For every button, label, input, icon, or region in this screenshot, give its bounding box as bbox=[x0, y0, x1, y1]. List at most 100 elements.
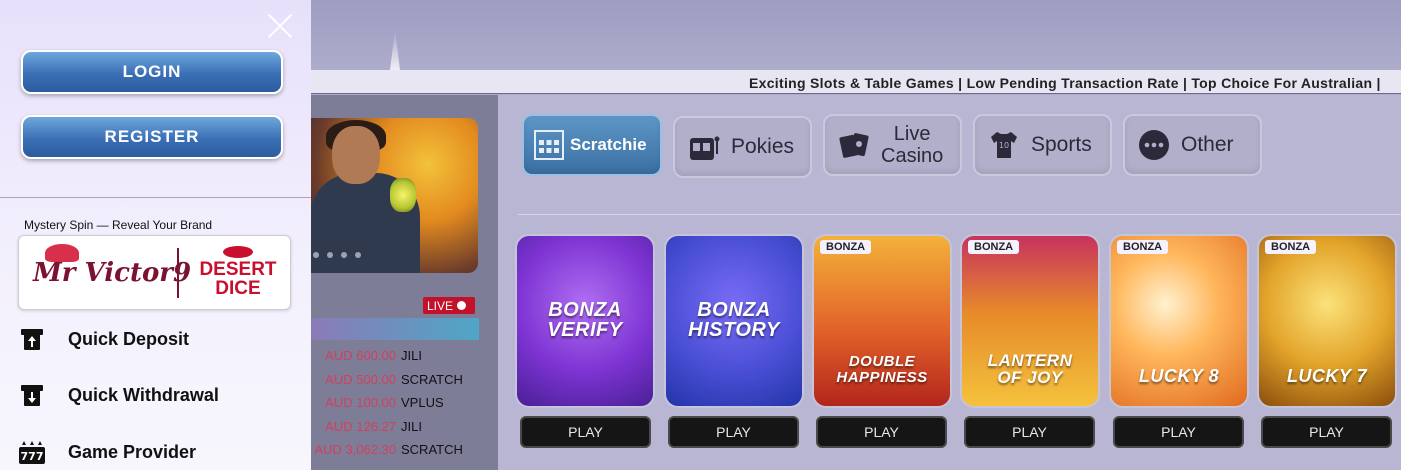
tab-pokies[interactable]: Pokies bbox=[673, 116, 812, 178]
mystery-spin-label: Mystery Spin — Reveal Your Brand bbox=[24, 218, 213, 232]
brand-b-line2: DICE bbox=[215, 278, 261, 299]
game-title-line1: BONZA bbox=[548, 299, 622, 321]
tab-label-line1: Live bbox=[893, 123, 931, 145]
deposit-icon bbox=[18, 325, 46, 353]
menu-quick-deposit[interactable]: Quick Deposit bbox=[18, 325, 189, 353]
game-title-line2: HISTORY bbox=[688, 319, 780, 341]
tab-label: Other bbox=[1181, 133, 1234, 156]
tab-scratchie[interactable]: Scratchie bbox=[522, 114, 662, 176]
play-button[interactable]: PLAY bbox=[520, 416, 651, 448]
game-title-line1: LUCKY 7 bbox=[1286, 366, 1368, 386]
more-dots-icon bbox=[1137, 128, 1171, 162]
menu-label: Quick Withdrawal bbox=[68, 384, 219, 405]
playing-cards-icon bbox=[837, 128, 871, 162]
provider-tag: BONZA bbox=[1265, 240, 1317, 254]
play-button[interactable]: PLAY bbox=[668, 416, 799, 448]
hat-icon bbox=[45, 244, 79, 262]
banner-character-head bbox=[332, 126, 380, 184]
banner-dot[interactable] bbox=[355, 252, 361, 258]
promo-banner[interactable] bbox=[310, 118, 478, 273]
game-tile-lucky-7[interactable]: BONZA LUCKY 7 bbox=[1259, 236, 1395, 406]
tabs-divider bbox=[518, 214, 1401, 215]
menu-game-provider[interactable]: 777 Game Provider bbox=[18, 438, 196, 466]
game-title-line2: OF JOY bbox=[997, 368, 1063, 387]
tab-label: Pokies bbox=[731, 135, 795, 158]
play-button[interactable]: PLAY bbox=[964, 416, 1095, 448]
winner-amount: AUD 3,062.30 bbox=[314, 442, 396, 458]
brand-separator bbox=[177, 248, 179, 298]
provider-tag: BONZA bbox=[1117, 240, 1169, 254]
game-title: LANTERN OF JOY bbox=[962, 352, 1098, 386]
game-tile-lucky-8[interactable]: BONZA LUCKY 8 bbox=[1111, 236, 1247, 406]
game-title-line2: VERIFY bbox=[547, 319, 623, 341]
tab-label: Sports bbox=[1031, 133, 1092, 156]
play-button[interactable]: PLAY bbox=[1261, 416, 1392, 448]
register-button[interactable]: REGISTER bbox=[21, 115, 283, 159]
svg-text:10: 10 bbox=[999, 141, 1009, 150]
game-tile-lantern-of-joy[interactable]: BONZA LANTERN OF JOY bbox=[962, 236, 1098, 406]
game-title: BONZA HISTORY bbox=[666, 300, 802, 340]
play-button[interactable]: PLAY bbox=[816, 416, 947, 448]
announcement-marquee: Exciting Slots & Table Games | Low Pendi… bbox=[310, 70, 1401, 94]
slot-machine-icon bbox=[687, 130, 721, 164]
banner-dot[interactable] bbox=[327, 252, 333, 258]
winner-row: AUD 3,062.30 SCRATCH bbox=[310, 438, 498, 462]
live-badge: LIVE bbox=[423, 297, 475, 314]
live-label: LIVE bbox=[427, 298, 454, 313]
dice-chip-icon bbox=[223, 246, 253, 258]
game-tile-bonza-history[interactable]: BONZA HISTORY bbox=[666, 236, 802, 406]
scratch-card-icon bbox=[532, 128, 566, 162]
jersey-icon: 10 bbox=[987, 128, 1021, 162]
menu-quick-withdrawal[interactable]: Quick Withdrawal bbox=[18, 381, 219, 409]
menu-label: Game Provider bbox=[68, 441, 197, 462]
game-title: LUCKY 7 bbox=[1259, 366, 1395, 387]
game-title-line1: DOUBLE bbox=[848, 353, 916, 370]
tab-sports[interactable]: 10 Sports bbox=[973, 114, 1112, 176]
winner-provider: VPLUS bbox=[401, 395, 444, 411]
tab-other[interactable]: Other bbox=[1123, 114, 1262, 176]
winner-row: AUD 100.00 VPLUS bbox=[310, 391, 498, 415]
brand-logo-mr-victor9: Mr Victor9 bbox=[33, 244, 192, 288]
winner-amount: AUD 600.00 bbox=[325, 348, 396, 364]
winner-provider: SCRATCH bbox=[401, 442, 463, 458]
tab-label: Live Casino bbox=[881, 123, 943, 167]
live-dot-icon bbox=[457, 301, 467, 310]
winner-amount: AUD 100.00 bbox=[325, 395, 396, 411]
tab-live-casino[interactable]: Live Casino bbox=[823, 114, 962, 176]
brand-b-line1: DESERT bbox=[199, 259, 277, 280]
winner-provider: JILI bbox=[401, 348, 422, 364]
winner-provider: JILI bbox=[401, 418, 422, 434]
game-title-line2: HAPPINESS bbox=[836, 369, 928, 386]
game-tile-bonza-verify[interactable]: BONZA VERIFY bbox=[517, 236, 653, 406]
live-winners-header bbox=[310, 318, 479, 340]
winner-amount: AUD 500.00 bbox=[325, 371, 396, 387]
provider-tag: BONZA bbox=[968, 240, 1020, 254]
slot-777-icon: 777 bbox=[18, 438, 46, 466]
winner-row: AUD 600.00 JILI bbox=[310, 344, 498, 368]
side-drawer: LOGIN REGISTER Mystery Spin — Reveal You… bbox=[0, 0, 311, 470]
provider-tag: BONZA bbox=[820, 240, 872, 254]
svg-text:777: 777 bbox=[21, 450, 44, 463]
game-tile-double-happiness[interactable]: BONZA DOUBLE HAPPINESS bbox=[814, 236, 950, 406]
winner-row: AUD 126.27 JILI bbox=[310, 415, 498, 439]
close-icon[interactable] bbox=[266, 12, 294, 40]
winner-row: AUD 500.00 SCRATCH bbox=[310, 368, 498, 392]
login-button[interactable]: LOGIN bbox=[21, 50, 283, 94]
game-title: DOUBLE HAPPINESS bbox=[814, 354, 950, 386]
drawer-divider bbox=[0, 197, 311, 198]
brand-a-text: Mr Victor9 bbox=[33, 258, 192, 288]
banner-pagination[interactable] bbox=[313, 252, 361, 258]
brand-card[interactable]: Mr Victor9 DESERT DICE bbox=[18, 235, 291, 310]
play-button[interactable]: PLAY bbox=[1113, 416, 1244, 448]
tab-label-line2: Casino bbox=[881, 145, 944, 167]
tab-label: Scratchie bbox=[570, 135, 647, 154]
game-title-line1: BONZA bbox=[697, 299, 771, 321]
menu-label: Quick Deposit bbox=[68, 328, 190, 349]
brand-logo-desert-dice: DESERT DICE bbox=[195, 246, 281, 298]
winner-amount: AUD 126.27 bbox=[325, 418, 396, 434]
winner-provider: SCRATCH bbox=[401, 371, 463, 387]
banner-dot[interactable] bbox=[341, 252, 347, 258]
banner-dot[interactable] bbox=[313, 252, 319, 258]
live-winners-list: AUD 600.00 JILI AUD 500.00 SCRATCH AUD 1… bbox=[310, 344, 498, 462]
game-title-line1: LUCKY 8 bbox=[1138, 366, 1220, 386]
